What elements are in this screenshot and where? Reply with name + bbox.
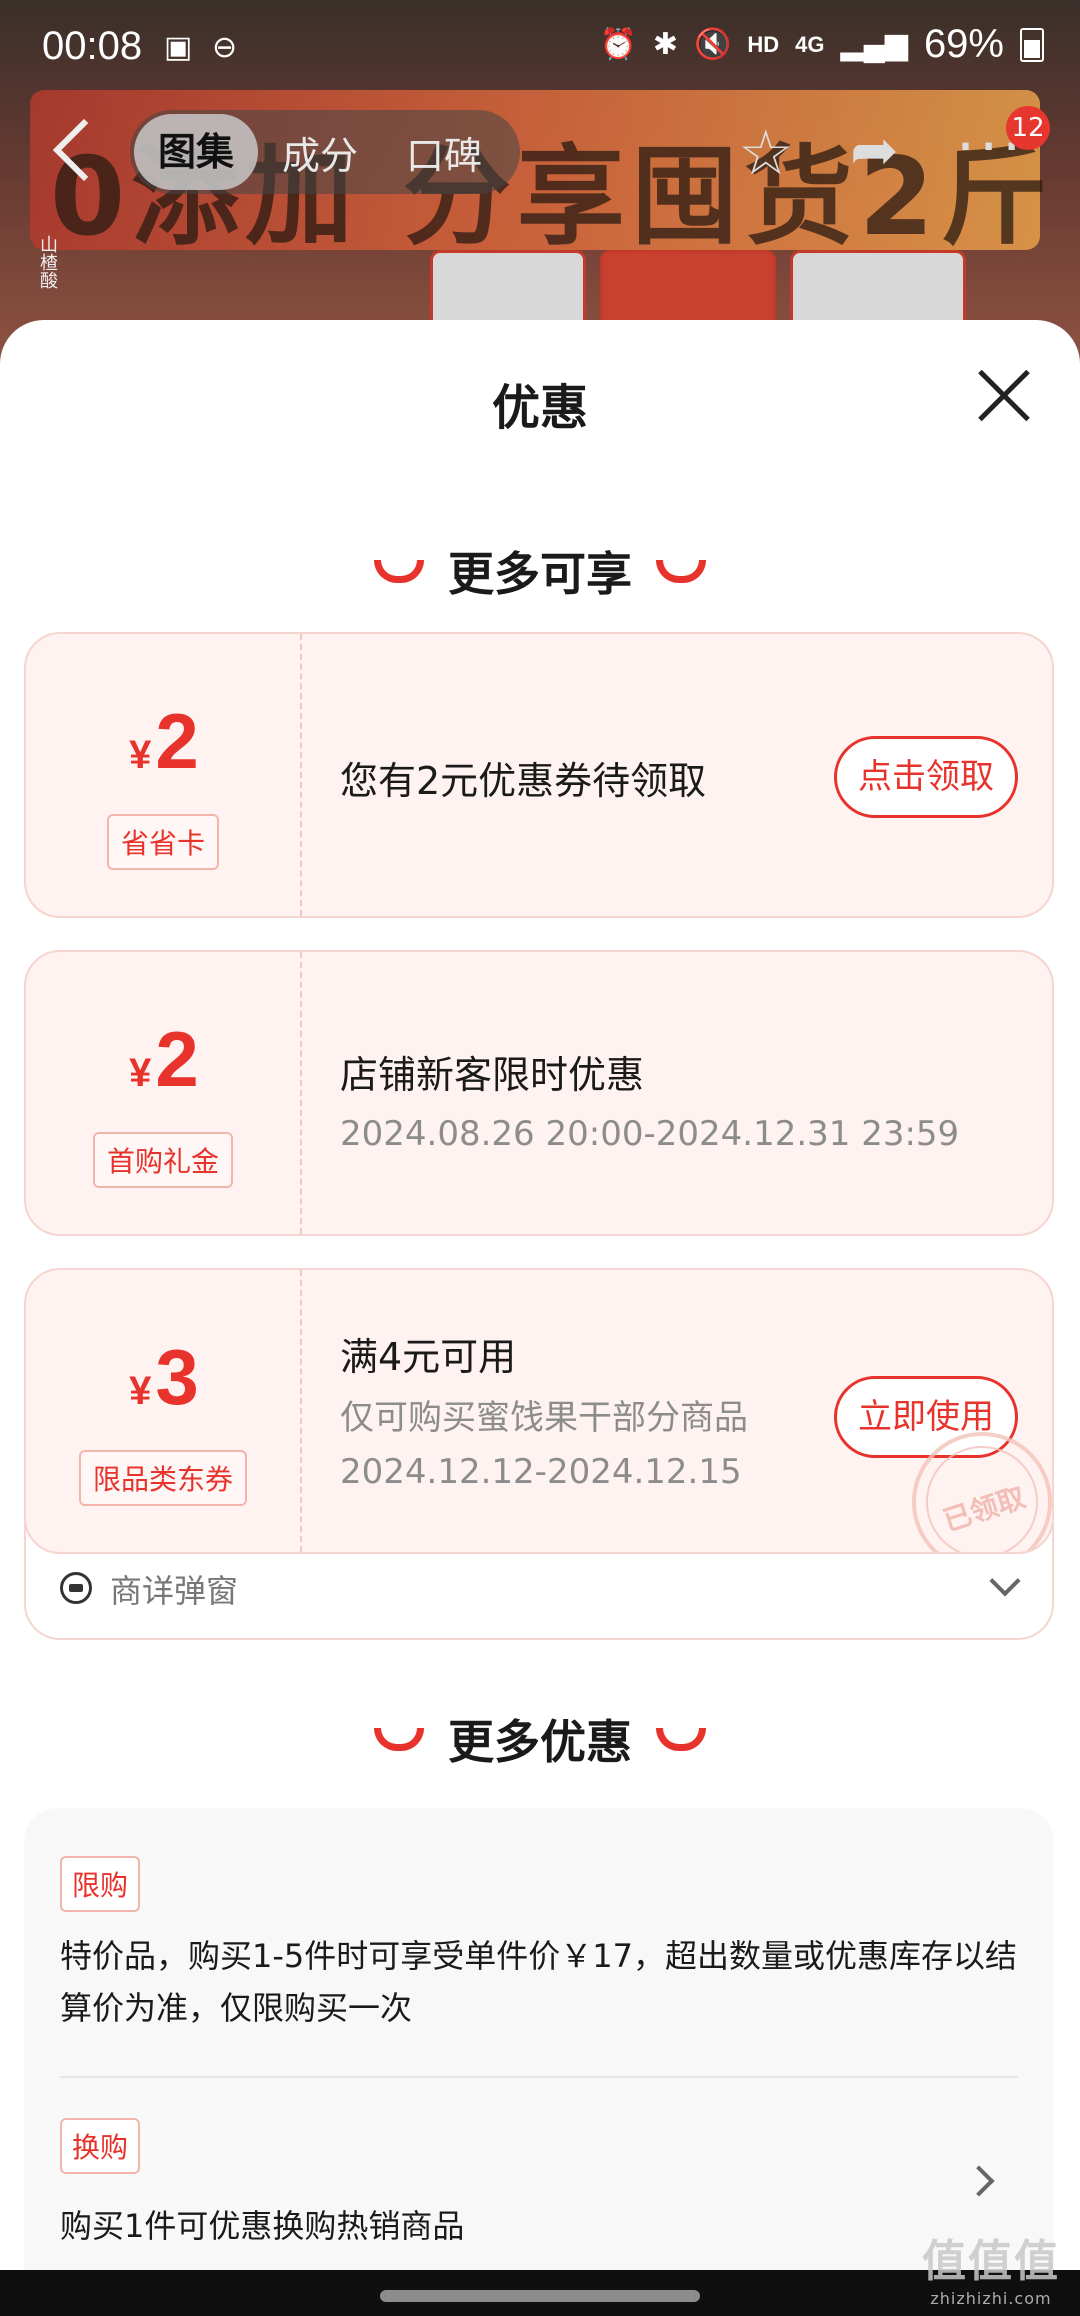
coupon-title: 店铺新客限时优惠 xyxy=(340,1053,645,1097)
notification-badge: 12 xyxy=(1006,106,1050,150)
chevron-down-icon[interactable] xyxy=(989,1565,1021,1597)
coupon-amount: ¥2 xyxy=(26,696,302,787)
coupon-title: 您有2元优惠券待领取 xyxy=(340,759,707,803)
section-title: 更多优惠 xyxy=(448,1715,632,1769)
coupon-validity: 2024.08.26 20:00-2024.12.31 23:59 xyxy=(340,1114,960,1154)
dnd-icon: ⊖ xyxy=(212,31,238,64)
coupon-value-area: ¥3 限品类东券 xyxy=(26,1270,302,1552)
coupon-validity: 2024.12.12-2024.12.15 xyxy=(340,1452,742,1492)
coupon-card[interactable]: ¥2 省省卡 您有2元优惠券待领取 点击领取 xyxy=(24,632,1054,918)
alarm-icon: ⏰ xyxy=(599,28,637,61)
coupon-value-area: ¥2 首购礼金 xyxy=(26,952,302,1234)
home-indicator[interactable] xyxy=(380,2290,700,2302)
bluetooth-icon: ✱ xyxy=(652,28,679,61)
mute-icon: 🔇 xyxy=(694,28,732,61)
close-icon[interactable] xyxy=(978,370,1030,422)
battery-percent: 69% xyxy=(923,22,1004,66)
offers-panel: 限购 特价品，购买1-5件时可享受单件价￥17，超出数量或优惠库存以结算价为准，… xyxy=(24,1808,1054,2316)
offer-description[interactable]: 购买1件可优惠换购热销商品 xyxy=(60,2200,1020,2252)
status-bar: 00:08 ▣ ⊖ ⏰ ✱ 🔇 HD 4G ▂▄▆ 69% xyxy=(0,0,1080,96)
discount-sheet: 优惠 更多可享 ¥2 省省卡 您有2元优惠券待领取 点击领取 ¥2 首购礼金 店… xyxy=(0,320,1080,2316)
coupon-scope: 仅可购买蜜饯果干部分商品 xyxy=(340,1398,748,1438)
status-icons: ⏰ ✱ 🔇 HD 4G ▂▄▆ 69% xyxy=(600,22,1044,67)
coupon-source-icon xyxy=(60,1572,92,1604)
sheet-title: 优惠 xyxy=(491,380,588,436)
offer-description: 特价品，购买1-5件时可享受单件价￥17，超出数量或优惠库存以结算价为准，仅限购… xyxy=(60,1937,1017,2027)
watermark-url: zhizhizhi.com xyxy=(930,2289,1052,2308)
coupon-title: 满4元可用 xyxy=(340,1335,517,1379)
chevron-right-icon[interactable] xyxy=(963,2165,995,2197)
favorite-star-icon[interactable]: ☆ xyxy=(738,116,794,189)
coupon-value-area: ¥2 省省卡 xyxy=(26,634,302,916)
tab-ingredients[interactable]: 成分 xyxy=(258,125,382,180)
coupon-amount: ¥2 xyxy=(26,1014,302,1105)
tab-reviews[interactable]: 口碑 xyxy=(382,125,506,180)
battery-icon xyxy=(1020,27,1044,62)
watermark: 值值值 zhizhizhi.com xyxy=(916,2225,1066,2308)
offer-tag: 限购 xyxy=(60,1856,141,1912)
divider xyxy=(60,2076,1018,2078)
coupon-footer[interactable]: 商详弹窗 xyxy=(24,1522,1054,1640)
section-title: 更多可享 xyxy=(448,547,632,601)
product-tabs: 图集 成分 口碑 xyxy=(130,110,520,194)
amount-value: 3 xyxy=(155,1333,199,1421)
hd-label: HD xyxy=(747,31,780,57)
currency-symbol: ¥ xyxy=(129,1051,152,1095)
status-time: 00:08 xyxy=(42,24,143,68)
section-header-more-offers: 更多优惠 xyxy=(0,1706,1080,1772)
watermark-logo: 值值值 xyxy=(922,2236,1060,2287)
currency-symbol: ¥ xyxy=(129,733,152,777)
amount-value: 2 xyxy=(155,1015,199,1103)
coupon-footer-label: 商详弹窗 xyxy=(110,1572,239,1610)
gallery-icon: ▣ xyxy=(164,31,193,64)
coupon-type-tag: 限品类东券 xyxy=(78,1450,248,1506)
smile-decoration-icon xyxy=(374,1728,424,1751)
smile-decoration-icon xyxy=(656,1728,706,1751)
signal-icon: ▂▄▆ xyxy=(840,28,908,61)
claim-button[interactable]: 点击领取 xyxy=(834,736,1018,818)
coupon-type-tag: 省省卡 xyxy=(106,814,220,870)
coupon-card[interactable]: ¥2 首购礼金 店铺新客限时优惠 2024.08.26 20:00-2024.1… xyxy=(24,950,1054,1236)
product-nav: 图集 成分 口碑 ☆ ➦ ··· 12 xyxy=(0,106,1080,200)
smile-decoration-icon xyxy=(374,560,424,583)
network-label: 4G xyxy=(795,31,825,57)
coupon-type-tag: 首购礼金 xyxy=(92,1132,234,1188)
back-icon[interactable] xyxy=(52,118,116,182)
amount-value: 2 xyxy=(155,697,199,785)
currency-symbol: ¥ xyxy=(129,1369,152,1413)
share-icon[interactable]: ➦ xyxy=(850,116,899,184)
side-text: 山楂酸 xyxy=(37,235,58,289)
section-header-more-enjoy: 更多可享 xyxy=(0,538,1080,604)
smile-decoration-icon xyxy=(656,560,706,583)
tab-gallery[interactable]: 图集 xyxy=(134,114,259,190)
coupon-amount: ¥3 xyxy=(26,1332,302,1423)
offer-tag: 换购 xyxy=(60,2118,141,2174)
coupon-card[interactable]: ¥3 限品类东券 满4元可用 仅可购买蜜饯果干部分商品 2024.12.12-2… xyxy=(24,1268,1054,1554)
